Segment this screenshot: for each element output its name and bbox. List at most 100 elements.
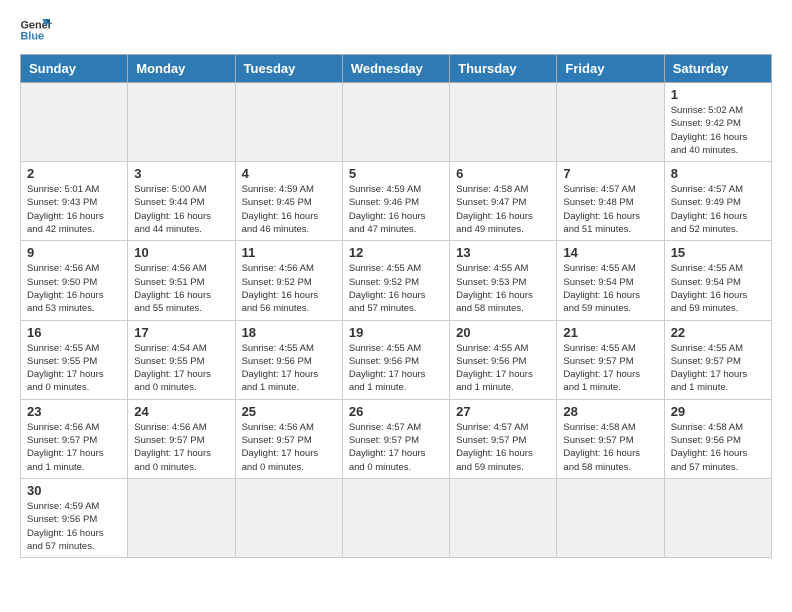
calendar-cell: 1 Sunrise: 5:02 AMSunset: 9:42 PMDaylight… xyxy=(664,83,771,162)
calendar-cell: 21 Sunrise: 4:55 AMSunset: 9:57 PMDayligh… xyxy=(557,320,664,399)
header-day-monday: Monday xyxy=(128,55,235,83)
day-number: 2 xyxy=(27,166,121,181)
day-number: 20 xyxy=(456,325,550,340)
calendar-cell: 14 Sunrise: 4:55 AMSunset: 9:54 PMDayligh… xyxy=(557,241,664,320)
day-info: Sunrise: 4:57 AMSunset: 9:57 PMDaylight:… xyxy=(456,421,550,474)
calendar-cell: 15 Sunrise: 4:55 AMSunset: 9:54 PMDayligh… xyxy=(664,241,771,320)
calendar-cell: 18 Sunrise: 4:55 AMSunset: 9:56 PMDayligh… xyxy=(235,320,342,399)
calendar-table: SundayMondayTuesdayWednesdayThursdayFrid… xyxy=(20,54,772,558)
calendar-cell xyxy=(342,83,449,162)
calendar-cell: 29 Sunrise: 4:58 AMSunset: 9:56 PMDayligh… xyxy=(664,399,771,478)
header-day-tuesday: Tuesday xyxy=(235,55,342,83)
calendar-cell: 22 Sunrise: 4:55 AMSunset: 9:57 PMDayligh… xyxy=(664,320,771,399)
day-number: 23 xyxy=(27,404,121,419)
day-number: 10 xyxy=(134,245,228,260)
day-number: 6 xyxy=(456,166,550,181)
day-number: 15 xyxy=(671,245,765,260)
day-info: Sunrise: 4:55 AMSunset: 9:54 PMDaylight:… xyxy=(671,262,765,315)
day-number: 29 xyxy=(671,404,765,419)
calendar-cell: 9 Sunrise: 4:56 AMSunset: 9:50 PMDaylight… xyxy=(21,241,128,320)
calendar-cell xyxy=(235,83,342,162)
calendar-cell xyxy=(21,83,128,162)
day-info: Sunrise: 4:58 AMSunset: 9:47 PMDaylight:… xyxy=(456,183,550,236)
day-number: 9 xyxy=(27,245,121,260)
day-info: Sunrise: 4:57 AMSunset: 9:57 PMDaylight:… xyxy=(349,421,443,474)
header-day-friday: Friday xyxy=(557,55,664,83)
day-info: Sunrise: 4:55 AMSunset: 9:57 PMDaylight:… xyxy=(563,342,657,395)
calendar-cell: 19 Sunrise: 4:55 AMSunset: 9:56 PMDayligh… xyxy=(342,320,449,399)
day-info: Sunrise: 4:59 AMSunset: 9:46 PMDaylight:… xyxy=(349,183,443,236)
calendar-cell xyxy=(342,478,449,557)
day-info: Sunrise: 4:55 AMSunset: 9:56 PMDaylight:… xyxy=(242,342,336,395)
calendar-cell: 24Sunrise: 4:56 AMSunset: 9:57 PMDayligh… xyxy=(128,399,235,478)
calendar-cell xyxy=(235,478,342,557)
logo-icon: General Blue xyxy=(20,16,52,44)
day-number: 19 xyxy=(349,325,443,340)
calendar-cell: 5 Sunrise: 4:59 AMSunset: 9:46 PMDaylight… xyxy=(342,162,449,241)
day-info: Sunrise: 4:56 AMSunset: 9:57 PMDaylight:… xyxy=(27,421,121,474)
day-number: 26 xyxy=(349,404,443,419)
day-number: 3 xyxy=(134,166,228,181)
header-day-wednesday: Wednesday xyxy=(342,55,449,83)
calendar-week-1: 2 Sunrise: 5:01 AMSunset: 9:43 PMDaylight… xyxy=(21,162,772,241)
day-info: Sunrise: 4:55 AMSunset: 9:52 PMDaylight:… xyxy=(349,262,443,315)
logo: General Blue xyxy=(20,16,52,44)
calendar-cell xyxy=(128,83,235,162)
calendar-cell: 4 Sunrise: 4:59 AMSunset: 9:45 PMDaylight… xyxy=(235,162,342,241)
header: General Blue xyxy=(20,16,772,44)
calendar-cell xyxy=(557,83,664,162)
day-number: 8 xyxy=(671,166,765,181)
calendar-cell xyxy=(450,83,557,162)
day-number: 21 xyxy=(563,325,657,340)
day-info: Sunrise: 4:56 AMSunset: 9:50 PMDaylight:… xyxy=(27,262,121,315)
day-info: Sunrise: 4:59 AMSunset: 9:45 PMDaylight:… xyxy=(242,183,336,236)
calendar-cell: 20 Sunrise: 4:55 AMSunset: 9:56 PMDayligh… xyxy=(450,320,557,399)
day-number: 4 xyxy=(242,166,336,181)
day-number: 13 xyxy=(456,245,550,260)
day-number: 28 xyxy=(563,404,657,419)
calendar-cell xyxy=(664,478,771,557)
day-info: Sunrise: 4:56 AMSunset: 9:57 PMDaylight:… xyxy=(242,421,336,474)
day-number: 30 xyxy=(27,483,121,498)
day-info: Sunrise: 4:55 AMSunset: 9:55 PMDaylight:… xyxy=(27,342,121,395)
day-info: Sunrise: 4:55 AMSunset: 9:57 PMDaylight:… xyxy=(671,342,765,395)
day-number: 22 xyxy=(671,325,765,340)
calendar-cell: 28 Sunrise: 4:58 AMSunset: 9:57 PMDayligh… xyxy=(557,399,664,478)
day-info: Sunrise: 5:00 AMSunset: 9:44 PMDaylight:… xyxy=(134,183,228,236)
header-day-saturday: Saturday xyxy=(664,55,771,83)
day-number: 7 xyxy=(563,166,657,181)
calendar-cell: 23 Sunrise: 4:56 AMSunset: 9:57 PMDayligh… xyxy=(21,399,128,478)
day-info: Sunrise: 4:58 AMSunset: 9:56 PMDaylight:… xyxy=(671,421,765,474)
day-number: 24 xyxy=(134,404,228,419)
calendar-week-3: 16Sunrise: 4:55 AMSunset: 9:55 PMDayligh… xyxy=(21,320,772,399)
day-info: Sunrise: 4:58 AMSunset: 9:57 PMDaylight:… xyxy=(563,421,657,474)
calendar-cell: 25Sunrise: 4:56 AMSunset: 9:57 PMDayligh… xyxy=(235,399,342,478)
day-number: 14 xyxy=(563,245,657,260)
day-info: Sunrise: 5:02 AMSunset: 9:42 PMDaylight:… xyxy=(671,104,765,157)
day-info: Sunrise: 4:55 AMSunset: 9:53 PMDaylight:… xyxy=(456,262,550,315)
header-day-sunday: Sunday xyxy=(21,55,128,83)
calendar-week-4: 23 Sunrise: 4:56 AMSunset: 9:57 PMDayligh… xyxy=(21,399,772,478)
calendar-cell: 13 Sunrise: 4:55 AMSunset: 9:53 PMDayligh… xyxy=(450,241,557,320)
day-number: 27 xyxy=(456,404,550,419)
day-info: Sunrise: 4:54 AMSunset: 9:55 PMDaylight:… xyxy=(134,342,228,395)
day-number: 1 xyxy=(671,87,765,102)
header-row: SundayMondayTuesdayWednesdayThursdayFrid… xyxy=(21,55,772,83)
day-number: 5 xyxy=(349,166,443,181)
calendar-cell: 8Sunrise: 4:57 AMSunset: 9:49 PMDaylight… xyxy=(664,162,771,241)
day-info: Sunrise: 4:55 AMSunset: 9:56 PMDaylight:… xyxy=(456,342,550,395)
day-info: Sunrise: 5:01 AMSunset: 9:43 PMDaylight:… xyxy=(27,183,121,236)
day-number: 18 xyxy=(242,325,336,340)
day-info: Sunrise: 4:55 AMSunset: 9:56 PMDaylight:… xyxy=(349,342,443,395)
calendar-week-0: 1 Sunrise: 5:02 AMSunset: 9:42 PMDaylight… xyxy=(21,83,772,162)
calendar-cell: 11Sunrise: 4:56 AMSunset: 9:52 PMDayligh… xyxy=(235,241,342,320)
calendar-cell xyxy=(557,478,664,557)
calendar-cell xyxy=(128,478,235,557)
calendar-cell: 16Sunrise: 4:55 AMSunset: 9:55 PMDayligh… xyxy=(21,320,128,399)
day-number: 12 xyxy=(349,245,443,260)
svg-text:Blue: Blue xyxy=(20,30,44,42)
day-info: Sunrise: 4:55 AMSunset: 9:54 PMDaylight:… xyxy=(563,262,657,315)
calendar-cell: 7Sunrise: 4:57 AMSunset: 9:48 PMDaylight… xyxy=(557,162,664,241)
calendar-cell: 6 Sunrise: 4:58 AMSunset: 9:47 PMDaylight… xyxy=(450,162,557,241)
day-number: 11 xyxy=(242,245,336,260)
